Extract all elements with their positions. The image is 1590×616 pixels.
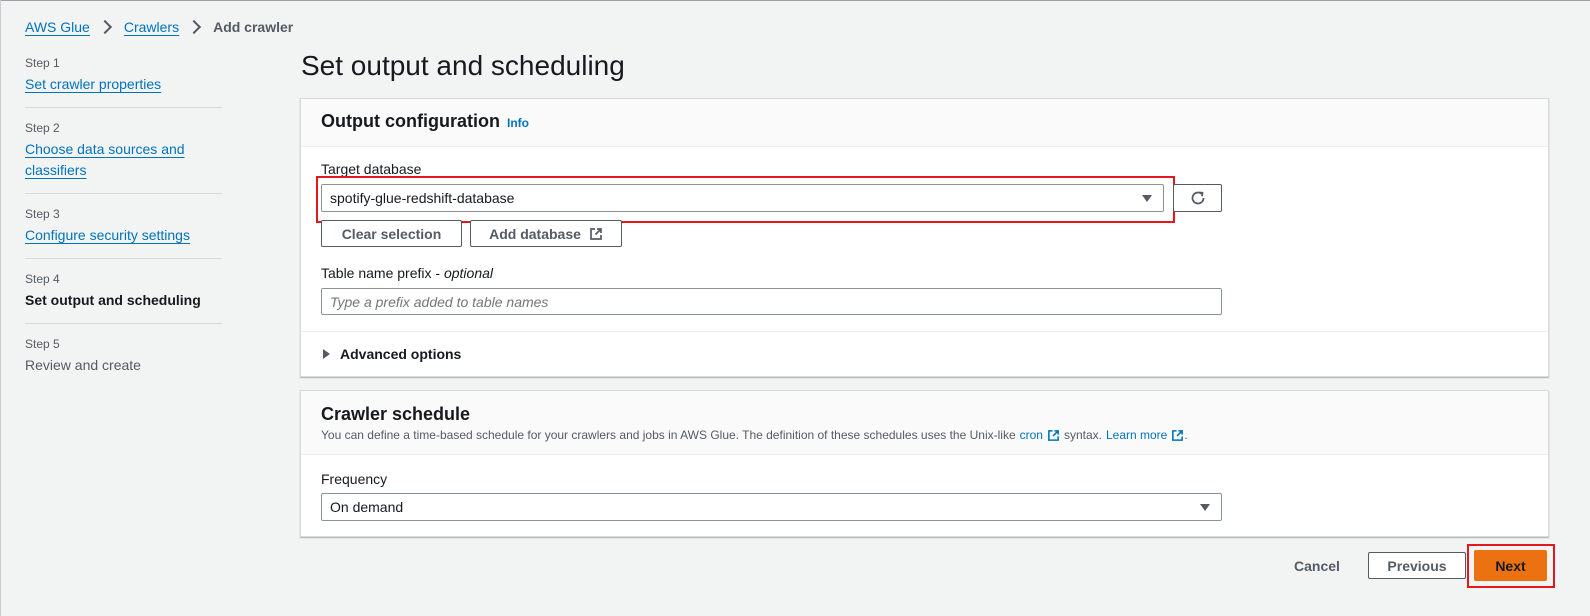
caret-right-icon bbox=[323, 349, 330, 359]
target-database-label: Target database bbox=[321, 161, 422, 177]
step-link-security-settings[interactable]: Configure security settings bbox=[25, 227, 190, 243]
step-number: Step 5 bbox=[25, 337, 60, 351]
step-3: Step 3 Configure security settings bbox=[25, 203, 222, 259]
caret-down-icon bbox=[1200, 504, 1210, 511]
breadcrumb: AWS Glue Crawlers Add crawler bbox=[25, 19, 293, 35]
refresh-button[interactable] bbox=[1173, 184, 1222, 212]
step-link-data-sources[interactable]: Choose data sources and classifiers bbox=[25, 139, 195, 181]
description-text-2: syntax. bbox=[1063, 428, 1102, 442]
previous-label: Previous bbox=[1387, 557, 1447, 574]
left-border bbox=[0, 0, 1, 616]
description-text: You can define a time-based schedule for… bbox=[321, 428, 1016, 442]
panel-title: Output configuration bbox=[321, 111, 500, 131]
clear-selection-label: Clear selection bbox=[341, 225, 442, 242]
top-border bbox=[0, 0, 1590, 1]
breadcrumb-aws-glue[interactable]: AWS Glue bbox=[25, 19, 90, 35]
cron-link-label: cron bbox=[1019, 428, 1043, 442]
step-4: Step 4 Set output and scheduling bbox=[25, 268, 222, 324]
highlight-box bbox=[1467, 544, 1555, 588]
cancel-button[interactable]: Cancel bbox=[1294, 558, 1340, 574]
external-link-icon bbox=[1048, 429, 1059, 441]
cron-link[interactable]: cron bbox=[1020, 428, 1060, 442]
step-link-crawler-properties[interactable]: Set crawler properties bbox=[25, 76, 161, 92]
frequency-select[interactable]: On demand bbox=[321, 493, 1222, 521]
schedule-description: You can define a time-based schedule for… bbox=[321, 428, 1188, 442]
refresh-icon bbox=[1191, 191, 1204, 205]
prefix-label-text: Table name prefix bbox=[321, 265, 432, 281]
divider bbox=[301, 331, 1548, 332]
external-link-icon bbox=[590, 227, 602, 240]
highlight-box bbox=[316, 176, 1175, 223]
step-number: Step 1 bbox=[25, 56, 60, 70]
chevron-right-icon bbox=[97, 19, 112, 35]
add-database-label: Add database bbox=[489, 225, 581, 242]
learn-more-link[interactable]: Learn more bbox=[1106, 428, 1184, 442]
frequency-label: Frequency bbox=[321, 471, 388, 487]
previous-button[interactable]: Previous bbox=[1368, 552, 1466, 579]
learn-more-label: Learn more bbox=[1105, 428, 1168, 442]
table-name-prefix-label: Table name prefix - optional bbox=[321, 265, 494, 281]
step-2: Step 2 Choose data sources and classifie… bbox=[25, 117, 222, 194]
step-1: Step 1 Set crawler properties bbox=[25, 52, 222, 108]
step-review-create: Review and create bbox=[25, 357, 141, 373]
breadcrumb-crawlers[interactable]: Crawlers bbox=[124, 19, 179, 35]
panel-header: Crawler schedule You can define a time-b… bbox=[301, 391, 1548, 455]
step-5: Step 5 Review and create bbox=[25, 333, 222, 388]
step-number: Step 3 bbox=[25, 207, 60, 221]
panel-title: Crawler schedule bbox=[321, 404, 471, 424]
add-database-button[interactable]: Add database bbox=[470, 220, 622, 247]
external-link-icon bbox=[1172, 429, 1184, 441]
crawler-schedule-panel: Crawler schedule You can define a time-b… bbox=[300, 390, 1549, 537]
info-link[interactable]: Info bbox=[507, 116, 529, 130]
page-title: Set output and scheduling bbox=[301, 50, 625, 81]
panel-header: Output configuration Info bbox=[301, 99, 1548, 147]
advanced-options-toggle[interactable]: Advanced options bbox=[323, 346, 461, 362]
breadcrumb-current: Add crawler bbox=[213, 19, 294, 35]
advanced-options-label: Advanced options bbox=[340, 346, 462, 362]
step-number: Step 2 bbox=[25, 121, 60, 135]
step-number: Step 4 bbox=[25, 272, 60, 286]
frequency-value: On demand bbox=[330, 499, 404, 515]
step-current-output-scheduling: Set output and scheduling bbox=[25, 292, 201, 308]
description-end: . bbox=[1184, 428, 1188, 442]
table-name-prefix-input[interactable] bbox=[321, 288, 1222, 315]
chevron-right-icon bbox=[187, 19, 202, 35]
wizard-steps: Step 1 Set crawler properties Step 2 Cho… bbox=[25, 52, 222, 397]
output-configuration-panel: Output configuration Info Target databas… bbox=[300, 98, 1549, 377]
prefix-optional-text: optional bbox=[443, 265, 494, 281]
clear-selection-button[interactable]: Clear selection bbox=[321, 220, 462, 247]
